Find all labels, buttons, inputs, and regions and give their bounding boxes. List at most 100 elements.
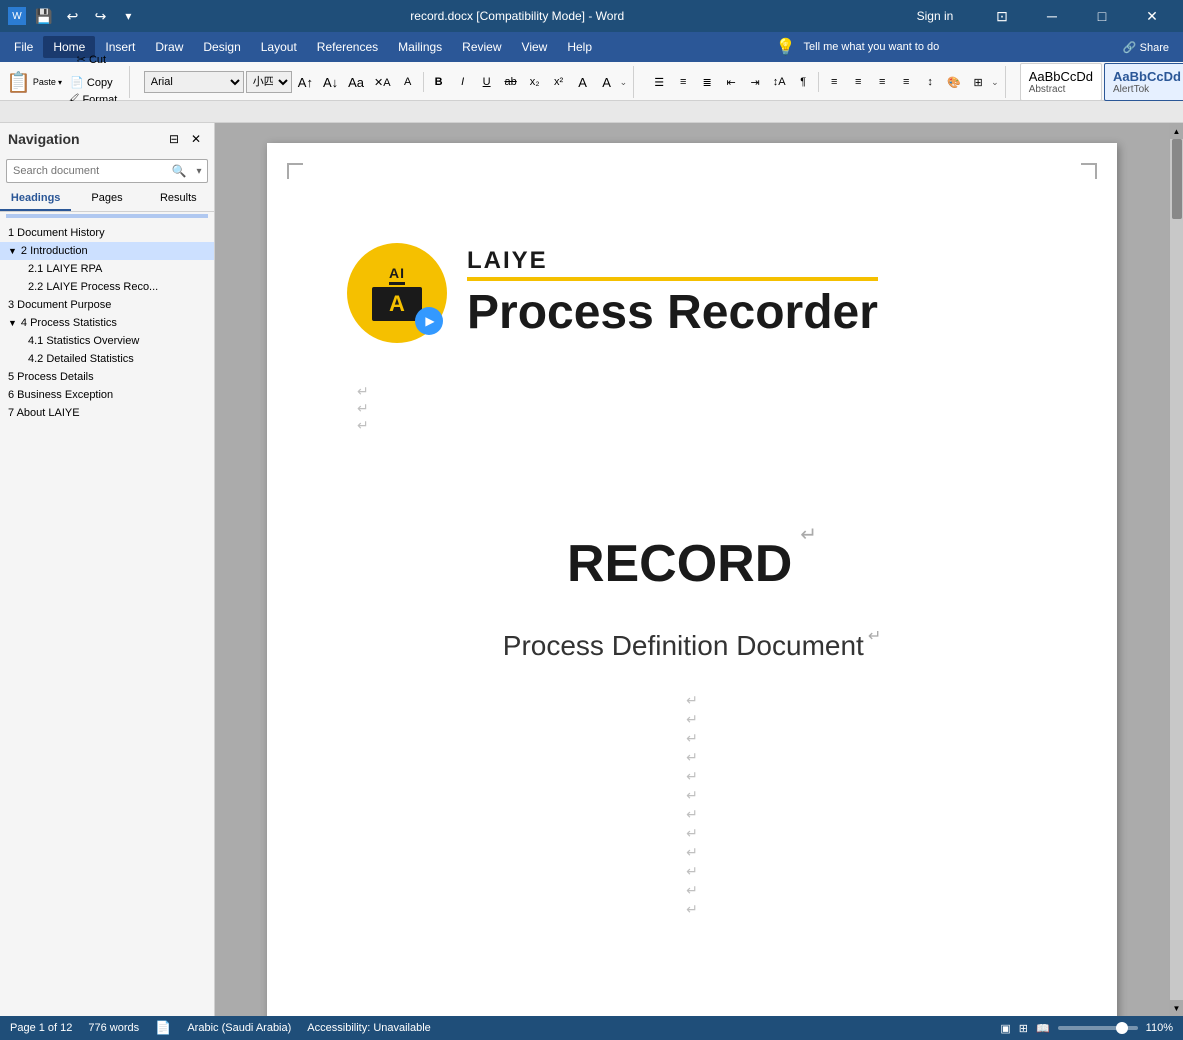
decrease-indent-button[interactable]: ⇤ — [720, 71, 742, 93]
view-normal-button[interactable]: ▣ — [1000, 1022, 1010, 1035]
nav-header: Navigation ⊟ ✕ — [0, 123, 214, 155]
save-btn[interactable]: 💾 — [32, 5, 55, 27]
scroll-thumb[interactable] — [1172, 139, 1182, 219]
bullets-button[interactable]: ☰ — [648, 71, 670, 93]
menu-view[interactable]: View — [512, 36, 558, 58]
zoom-slider[interactable] — [1058, 1026, 1138, 1030]
nav-tree: 1 Document History ▼ 2 Introduction 2.1 … — [0, 220, 214, 1016]
clear-format-button[interactable]: ✕A — [370, 71, 395, 93]
nav-search-button[interactable]: 🔍 — [167, 160, 191, 182]
show-formatting-button[interactable]: ¶ — [792, 71, 814, 93]
align-left-button[interactable]: ≡ — [823, 71, 845, 93]
text-highlight-button[interactable]: A — [572, 71, 594, 93]
menu-review[interactable]: Review — [452, 36, 511, 58]
bold-button[interactable]: B — [428, 71, 450, 93]
nav-search-box: 🔍 ▾ — [6, 159, 208, 183]
nav-item-h3[interactable]: 3 Document Purpose — [0, 296, 214, 314]
h2-1-text: 2.1 LAIYE RPA — [28, 263, 102, 275]
scroll-down-button[interactable]: ▼ — [1170, 1000, 1183, 1016]
align-center-button[interactable]: ≡ — [847, 71, 869, 93]
quick-access-btn[interactable]: ▾ — [117, 5, 139, 27]
menu-file[interactable]: File — [4, 36, 43, 58]
nav-item-h7[interactable]: 7 About LAIYE — [0, 404, 214, 422]
doc-subtitle: Process Definition Document — [503, 630, 864, 662]
nav-tab-pages[interactable]: Pages — [71, 187, 142, 211]
redo-btn[interactable]: ↪ — [89, 5, 111, 27]
subscript-button[interactable]: x₂ — [524, 71, 546, 93]
font-grow-button[interactable]: A↑ — [294, 71, 317, 93]
h4-collapse-icon[interactable]: ▼ — [8, 318, 17, 328]
view-read-button[interactable]: 📖 — [1036, 1022, 1050, 1035]
nav-search-dropdown[interactable]: ▾ — [191, 160, 207, 182]
line-spacing-button[interactable]: ↕ — [919, 71, 941, 93]
nav-tab-headings[interactable]: Headings — [0, 187, 71, 211]
shading-button[interactable]: 🎨 — [943, 71, 965, 93]
vertical-scrollbar[interactable]: ▲ ▼ — [1169, 123, 1183, 1016]
accessibility-status[interactable]: Accessibility: Unavailable — [307, 1022, 431, 1034]
borders-button[interactable]: ⊞ — [967, 71, 989, 93]
nav-item-h4[interactable]: ▼ 4 Process Statistics — [0, 314, 214, 332]
justify-button[interactable]: ≡ — [895, 71, 917, 93]
nav-close-button[interactable]: ✕ — [186, 129, 206, 149]
language-indicator[interactable]: Arabic (Saudi Arabia) — [187, 1022, 291, 1034]
font-color-button[interactable]: A — [596, 71, 618, 93]
nav-item-h5[interactable]: 5 Process Details — [0, 368, 214, 386]
scroll-track[interactable] — [1170, 139, 1183, 1000]
underline-button[interactable]: U — [476, 71, 498, 93]
change-case-button[interactable]: Aa — [344, 71, 368, 93]
nav-item-h4-1[interactable]: 4.1 Statistics Overview — [0, 332, 214, 350]
nav-item-h2-1[interactable]: 2.1 LAIYE RPA — [0, 260, 214, 278]
numbering-button[interactable]: ≡ — [672, 71, 694, 93]
superscript-button[interactable]: x² — [548, 71, 570, 93]
nav-item-h4-2[interactable]: 4.2 Detailed Statistics — [0, 350, 214, 368]
paste-button[interactable]: 📋 Paste ▾ — [10, 63, 58, 101]
sort-button[interactable]: ↕A — [768, 71, 790, 93]
menu-design[interactable]: Design — [193, 36, 250, 58]
menu-references[interactable]: References — [307, 36, 388, 58]
nav-item-h2-2[interactable]: 2.2 LAIYE Process Reco... — [0, 278, 214, 296]
scroll-up-button[interactable]: ▲ — [1170, 123, 1183, 139]
multilevel-list-button[interactable]: ≣ — [696, 71, 718, 93]
cut-button[interactable]: ✂ Cut — [60, 48, 123, 70]
logo-ai-bar: AI — [389, 266, 405, 285]
menu-mailings[interactable]: Mailings — [388, 36, 452, 58]
menu-layout[interactable]: Layout — [251, 36, 307, 58]
nav-item-h2[interactable]: ▼ 2 Introduction — [0, 242, 214, 260]
menu-draw[interactable]: Draw — [145, 36, 193, 58]
align-right-button[interactable]: ≡ — [871, 71, 893, 93]
increase-indent-button[interactable]: ⇥ — [744, 71, 766, 93]
status-bar: Page 1 of 12 776 words 📄 Arabic (Saudi A… — [0, 1016, 1183, 1040]
view-web-button[interactable]: ⊞ — [1019, 1022, 1028, 1035]
title-pilcrow: ↵ — [800, 522, 817, 547]
nav-tab-results[interactable]: Results — [143, 187, 214, 211]
style-normal[interactable]: AaBbCcDd Abstract — [1020, 63, 1102, 101]
body-pilcrow-10: ↵ — [686, 863, 698, 880]
copy-button[interactable]: 📄 Copy — [60, 71, 123, 93]
font-size-select[interactable]: 小四 10 11 12 — [246, 71, 292, 93]
nav-item-h6[interactable]: 6 Business Exception — [0, 386, 214, 404]
para-marks-top: ↵ ↵ ↵ — [357, 383, 369, 434]
document-area[interactable]: AI A ▶ LAIYE Process Recorder — [215, 123, 1169, 1016]
h2-collapse-icon[interactable]: ▼ — [8, 246, 17, 256]
font-shrink-button[interactable]: A↓ — [319, 71, 342, 93]
paragraph-group-expand[interactable]: ⌄ — [991, 77, 999, 88]
font-group-expand[interactable]: ⌄ — [620, 77, 628, 88]
menu-help[interactable]: Help — [557, 36, 602, 58]
main-area: Navigation ⊟ ✕ 🔍 ▾ Headings Pages Result… — [0, 123, 1183, 1016]
nav-search-input[interactable] — [7, 165, 167, 177]
nav-toggle-button[interactable]: ⊟ — [164, 129, 184, 149]
italic-button[interactable]: I — [452, 71, 474, 93]
style-no-spacing[interactable]: AaBbCcDd AlertTok — [1104, 63, 1183, 101]
help-icon[interactable]: 💡 — [776, 37, 796, 57]
strikethrough-button[interactable]: ab — [500, 71, 522, 93]
nav-tabs: Headings Pages Results — [0, 187, 214, 212]
logo-process-recorder-text: Process Recorder — [467, 285, 878, 340]
tell-me-input[interactable]: Tell me what you want to do — [804, 41, 940, 53]
text-effects-button[interactable]: A — [397, 71, 419, 93]
h4-2-text: 4.2 Detailed Statistics — [28, 353, 134, 365]
nav-item-h1[interactable]: 1 Document History — [0, 224, 214, 242]
undo-btn[interactable]: ↩ — [61, 5, 83, 27]
para-marks-body: ↵ ↵ ↵ ↵ ↵ ↵ ↵ ↵ ↵ ↵ ↵ ↵ — [686, 692, 698, 918]
sign-in-button[interactable]: Sign in — [895, 0, 975, 32]
font-family-select[interactable]: Arial Times New Roman Calibri — [144, 71, 244, 93]
